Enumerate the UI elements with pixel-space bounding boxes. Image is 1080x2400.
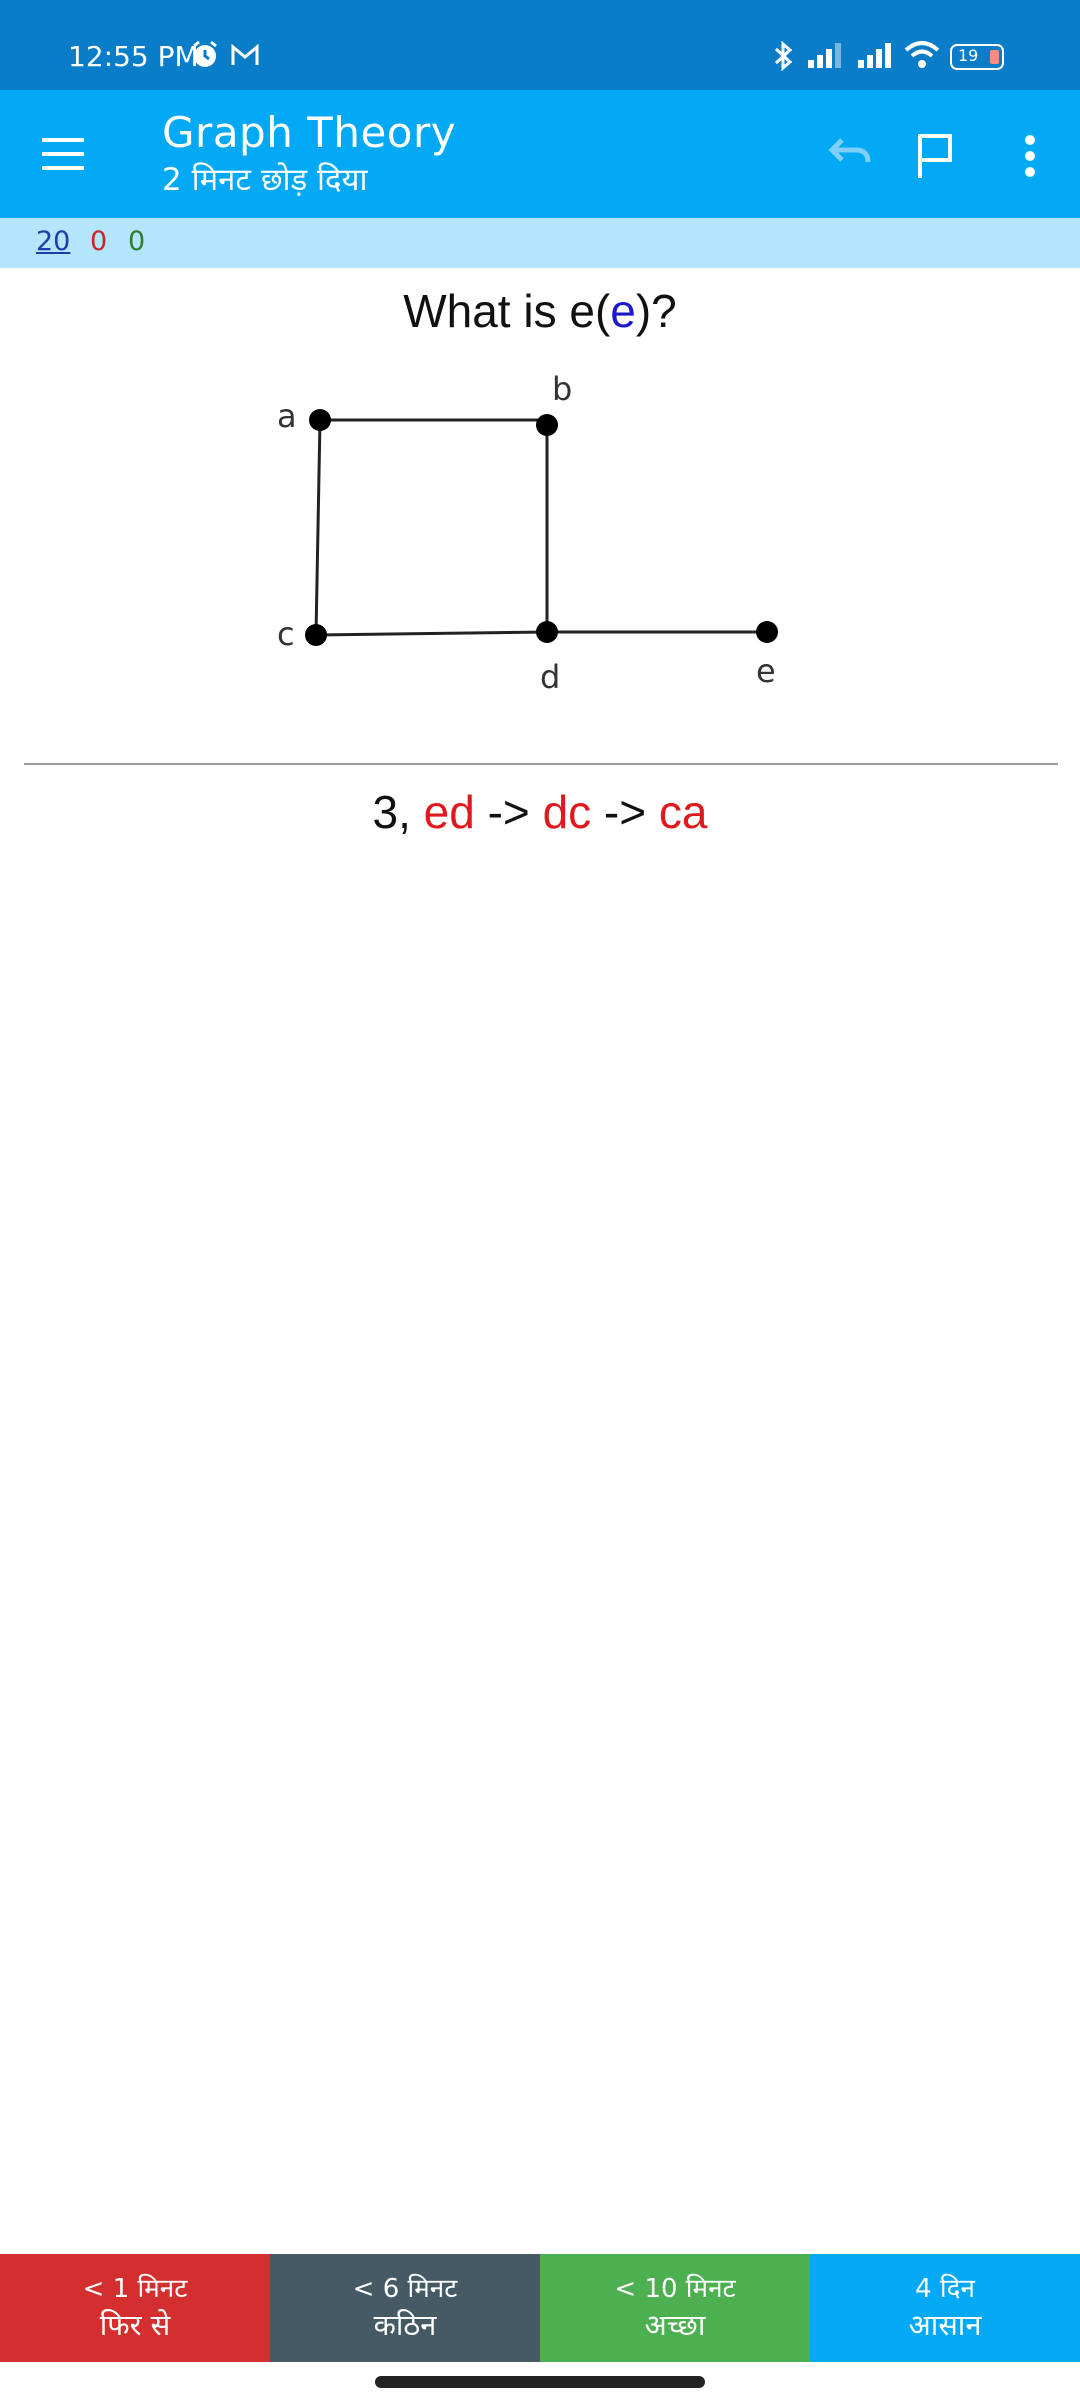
question-variable: e [610,285,636,337]
answer-prefix: 3, [372,786,424,838]
card-counts-bar: 20 0 0 [0,218,1080,268]
undo-icon[interactable] [822,128,878,184]
good-interval: < 10 मिनट [614,2274,736,2304]
graph-label-b: b [552,370,572,408]
hard-interval: < 6 मिनट [352,2274,458,2304]
status-time: 12:55 PM [68,40,199,73]
easy-button[interactable]: 4 दिन आसान [810,2254,1080,2362]
alarm-icon [193,40,217,67]
good-label: अच्छा [644,2308,706,2342]
card-question: What is e(e)? [0,284,1080,338]
answer-arrow-1: -> [474,786,543,838]
good-button[interactable]: < 10 मिनट अच्छा [540,2254,810,2362]
gesture-handle[interactable] [375,2376,705,2388]
hard-label: कठिन [373,2308,437,2342]
answer-buttons-bar: < 1 मिनट फिर से < 6 मिनट कठिन < 10 मिनट … [0,2254,1080,2362]
graph-label-c: c [277,615,295,653]
again-label: फिर से [99,2308,171,2342]
signal-icon [808,43,841,68]
again-interval: < 1 मिनट [82,2274,188,2304]
more-vert-icon[interactable] [1002,128,1058,184]
reviewer-screen: 12:55 PM 19 Graph Theory 2 मिनट छोड़ दिय… [0,0,1080,2400]
easy-interval: 4 दिन [915,2274,975,2304]
graph-label-a: a [277,397,297,435]
deck-subtitle: 2 मिनट छोड़ दिया [162,162,368,198]
deck-title: Graph Theory [162,108,457,157]
bluetooth-icon [774,40,793,72]
question-text: What is e( [403,285,611,337]
new-count: 20 [36,226,71,257]
flag-icon[interactable] [908,128,964,184]
battery-icon: 19 [950,44,1004,70]
graph-label-e: e [756,652,776,690]
card-answer: 3, ed -> dc -> ca [0,785,1080,839]
easy-label: आसान [908,2308,982,2342]
answer-edge-2: dc [542,786,592,838]
menu-icon[interactable] [36,130,92,178]
graph-image: a b c d e [277,370,778,696]
learning-count: 0 [90,226,108,257]
gmail-icon [231,43,259,65]
question-suffix: )? [635,285,677,337]
review-count: 0 [128,226,146,257]
question-answer-divider [24,763,1058,765]
answer-edge-1: ed [423,786,475,838]
answer-arrow-2: -> [591,786,659,838]
signal-icon [858,43,891,68]
app-bar: Graph Theory 2 मिनट छोड़ दिया [0,90,1080,218]
wifi-icon [904,41,940,68]
graph-label-d: d [540,658,560,696]
again-button[interactable]: < 1 मिनट फिर से [0,2254,270,2362]
hard-button[interactable]: < 6 मिनट कठिन [270,2254,540,2362]
status-bar: 12:55 PM 19 [0,0,1080,90]
battery-level: 19 [958,46,979,65]
answer-edge-3: ca [658,786,708,838]
